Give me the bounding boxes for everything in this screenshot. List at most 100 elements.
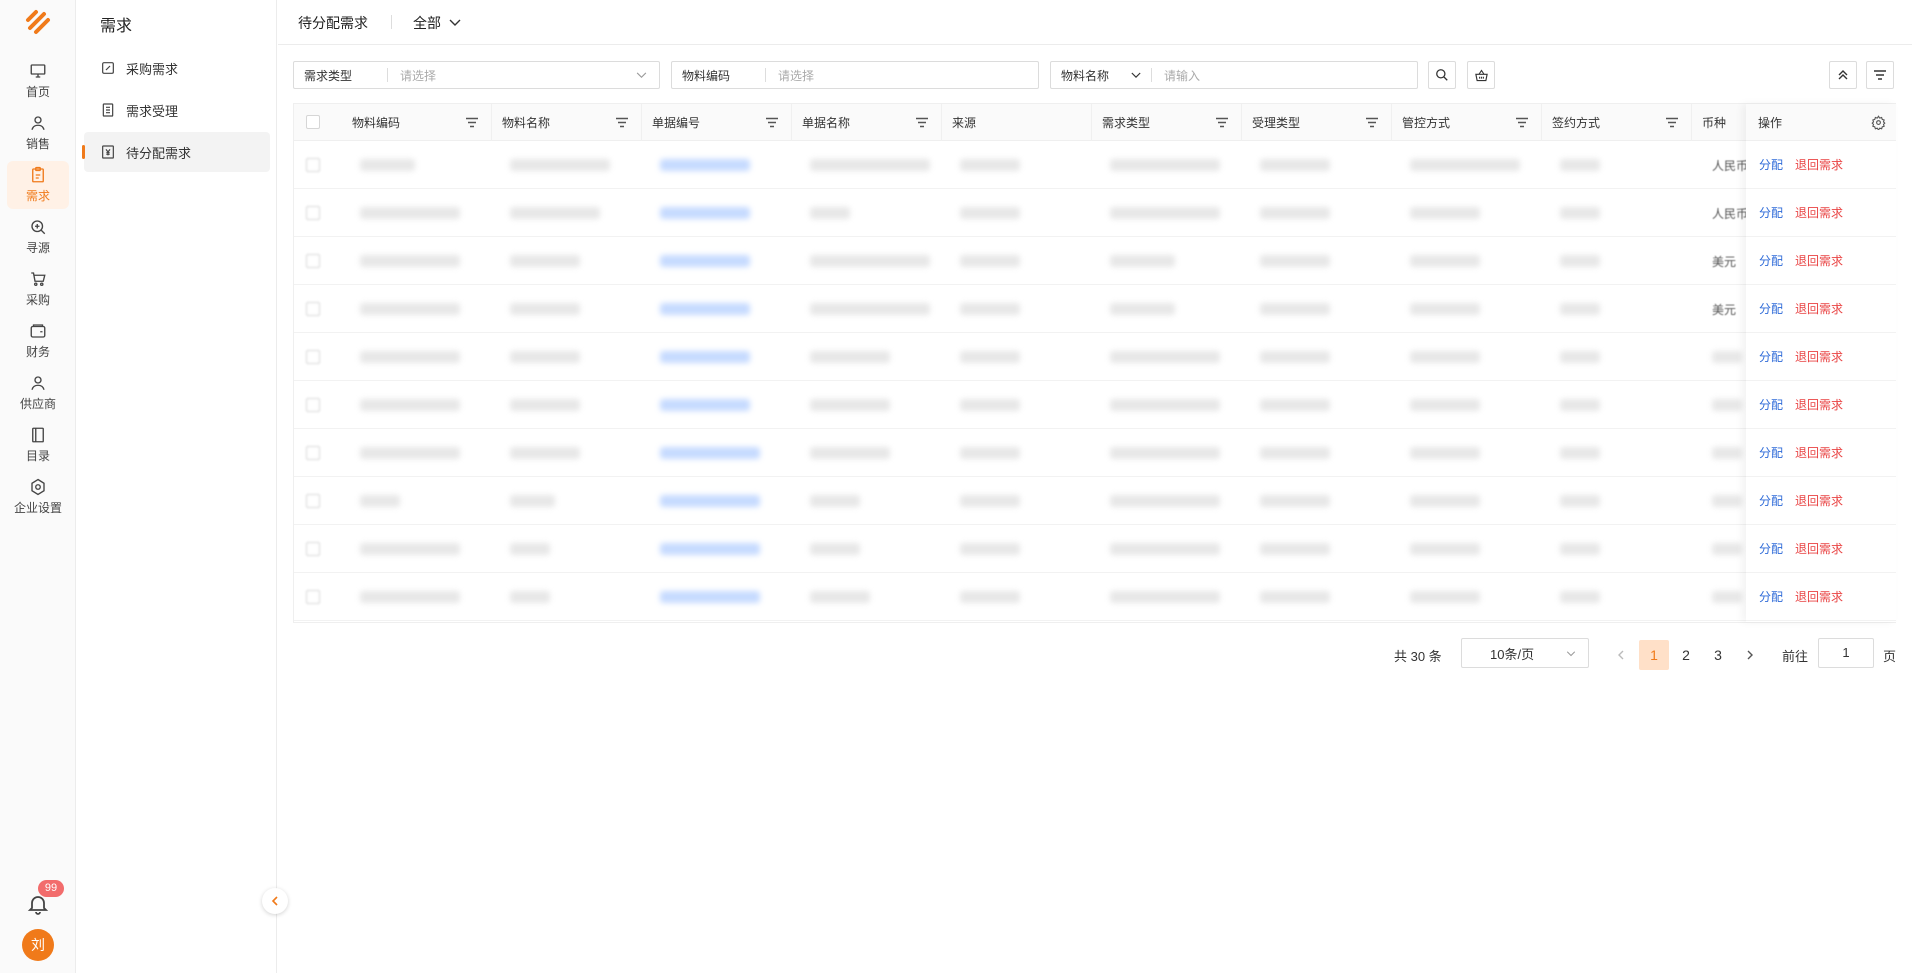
- row-checkbox[interactable]: [306, 590, 320, 604]
- column-filter-icon[interactable]: [1665, 117, 1679, 128]
- collapse-filter-button[interactable]: [1829, 61, 1857, 89]
- doc-number-link[interactable]: [660, 207, 750, 219]
- return-demand-link[interactable]: 退回需求: [1795, 204, 1843, 221]
- rail-item-home[interactable]: 首页: [7, 57, 69, 105]
- doc-number-link[interactable]: [660, 255, 750, 267]
- column-filter-icon[interactable]: [1365, 117, 1379, 128]
- doc-number-link[interactable]: [660, 591, 760, 603]
- col-header[interactable]: 物料名称: [492, 104, 642, 141]
- row-checkbox[interactable]: [306, 350, 320, 364]
- material-name-filter[interactable]: 物料名称 请输入: [1050, 61, 1418, 89]
- row-checkbox[interactable]: [306, 494, 320, 508]
- column-filter-icon[interactable]: [765, 117, 779, 128]
- gear-icon[interactable]: [1871, 115, 1886, 130]
- doc-number-link[interactable]: [660, 303, 750, 315]
- rail-item-settings[interactable]: 企业设置: [7, 473, 69, 521]
- doc-number-link[interactable]: [660, 543, 760, 555]
- table-row[interactable]: 人民币: [294, 189, 1895, 237]
- row-checkbox[interactable]: [306, 206, 320, 220]
- doc-number-link[interactable]: [660, 447, 760, 459]
- column-filter-icon[interactable]: [615, 117, 629, 128]
- return-demand-link[interactable]: 退回需求: [1795, 444, 1843, 461]
- table-row[interactable]: 美元: [294, 285, 1895, 333]
- assign-link[interactable]: 分配: [1759, 348, 1783, 365]
- col-header[interactable]: 物料编码: [342, 104, 492, 141]
- column-filter-icon[interactable]: [465, 117, 479, 128]
- page-3[interactable]: 3: [1703, 640, 1733, 670]
- row-checkbox[interactable]: [306, 446, 320, 460]
- select-all-checkbox[interactable]: [306, 115, 320, 129]
- doc-number-link[interactable]: [660, 159, 750, 171]
- rail-item-catalog[interactable]: 目录: [7, 421, 69, 469]
- avatar[interactable]: 刘: [22, 929, 54, 961]
- table-row[interactable]: [294, 477, 1895, 525]
- rail-item-sourcing[interactable]: 寻源: [7, 213, 69, 261]
- prev-page-button[interactable]: [1606, 640, 1636, 670]
- page-size-select[interactable]: 10条/页: [1461, 638, 1589, 668]
- column-filter-icon[interactable]: [1515, 117, 1529, 128]
- search-input[interactable]: 请输入: [1152, 67, 1417, 84]
- col-header[interactable]: 需求类型: [1092, 104, 1242, 141]
- table-row[interactable]: 人民币: [294, 141, 1895, 189]
- assign-link[interactable]: 分配: [1759, 396, 1783, 413]
- advanced-filter-button[interactable]: [1866, 61, 1894, 89]
- col-header[interactable]: 签约方式: [1542, 104, 1692, 141]
- rail-item-purchase[interactable]: 采购: [7, 265, 69, 313]
- col-header[interactable]: 受理类型: [1242, 104, 1392, 141]
- doc-number-link[interactable]: [660, 399, 750, 411]
- return-demand-link[interactable]: 退回需求: [1795, 492, 1843, 509]
- table-row[interactable]: 美元: [294, 237, 1895, 285]
- return-demand-link[interactable]: 退回需求: [1795, 540, 1843, 557]
- assign-link[interactable]: 分配: [1759, 204, 1783, 221]
- column-filter-icon[interactable]: [1215, 117, 1229, 128]
- search-button[interactable]: [1428, 61, 1456, 89]
- table-row[interactable]: [294, 333, 1895, 381]
- subnav-item-pending-assign[interactable]: 待分配需求: [82, 132, 270, 172]
- return-demand-link[interactable]: 退回需求: [1795, 396, 1843, 413]
- assign-link[interactable]: 分配: [1759, 156, 1783, 173]
- table-row[interactable]: [294, 525, 1895, 573]
- assign-link[interactable]: 分配: [1759, 252, 1783, 269]
- rail-item-finance[interactable]: 财务: [7, 317, 69, 365]
- table-row[interactable]: [294, 573, 1895, 621]
- return-demand-link[interactable]: 退回需求: [1795, 300, 1843, 317]
- col-header[interactable]: 币种: [1692, 104, 1752, 141]
- page-2[interactable]: 2: [1671, 640, 1701, 670]
- row-checkbox[interactable]: [306, 254, 320, 268]
- assign-link[interactable]: 分配: [1759, 492, 1783, 509]
- goto-page-input[interactable]: 1: [1818, 638, 1874, 668]
- assign-link[interactable]: 分配: [1759, 588, 1783, 605]
- return-demand-link[interactable]: 退回需求: [1795, 348, 1843, 365]
- scope-dropdown[interactable]: 全部: [413, 13, 461, 33]
- col-header[interactable]: 来源: [942, 104, 1092, 141]
- assign-link[interactable]: 分配: [1759, 300, 1783, 317]
- return-demand-link[interactable]: 退回需求: [1795, 588, 1843, 605]
- rail-item-supplier[interactable]: 供应商: [7, 369, 69, 417]
- row-checkbox[interactable]: [306, 398, 320, 412]
- column-filter-icon[interactable]: [915, 117, 929, 128]
- subnav-item-purchase-demand[interactable]: 采购需求: [84, 48, 270, 88]
- row-checkbox[interactable]: [306, 302, 320, 316]
- col-header[interactable]: 管控方式: [1392, 104, 1542, 141]
- filter-field-select[interactable]: 物料名称: [1051, 62, 1151, 88]
- clear-button[interactable]: [1467, 61, 1495, 89]
- demand-type-filter[interactable]: 需求类型 请选择: [293, 61, 660, 89]
- next-page-button[interactable]: [1735, 640, 1765, 670]
- row-checkbox[interactable]: [306, 158, 320, 172]
- material-code-filter[interactable]: 物料编码 请选择: [671, 61, 1039, 89]
- rail-item-sales[interactable]: 销售: [7, 109, 69, 157]
- collapse-sidebar-button[interactable]: [262, 888, 288, 914]
- row-checkbox[interactable]: [306, 542, 320, 556]
- subnav-item-demand-accept[interactable]: 需求受理: [84, 90, 270, 130]
- return-demand-link[interactable]: 退回需求: [1795, 156, 1843, 173]
- assign-link[interactable]: 分配: [1759, 444, 1783, 461]
- return-demand-link[interactable]: 退回需求: [1795, 252, 1843, 269]
- table-row[interactable]: [294, 429, 1895, 477]
- table-row[interactable]: [294, 381, 1895, 429]
- rail-item-demand[interactable]: 需求: [7, 161, 69, 209]
- page-1[interactable]: 1: [1639, 640, 1669, 670]
- col-header[interactable]: 单据编号: [642, 104, 792, 141]
- app-logo-icon[interactable]: [22, 6, 54, 38]
- doc-number-link[interactable]: [660, 351, 750, 363]
- assign-link[interactable]: 分配: [1759, 540, 1783, 557]
